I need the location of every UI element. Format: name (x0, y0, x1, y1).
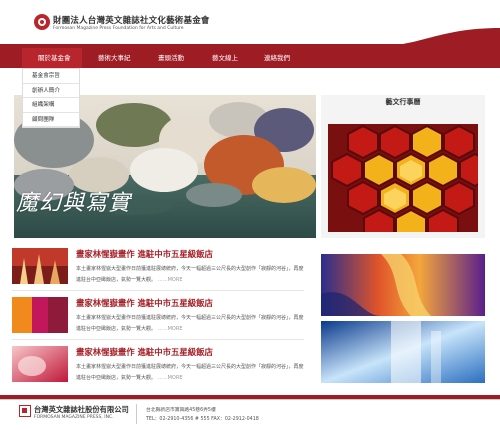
news-title[interactable]: 畫家林惺嶽畫作 進駐中市五星級飯店 (76, 248, 213, 260)
footer-address: 台北縣新店市寶興路45巷6弄5樓 (146, 408, 216, 413)
news-more-link[interactable]: ……MORE (158, 326, 183, 332)
news-item[interactable]: 畫家林惺嶽畫作 進駐中市五星級飯店 本土畫家林惺嶽大型畫作日前獲進駐展總統府，今… (12, 248, 304, 293)
nav-item-arts-online[interactable]: 藝文線上 (212, 52, 238, 62)
news-more-link[interactable]: ……MORE (158, 375, 183, 381)
news-summary: 本土畫家林惺嶽大型畫作日前獲進駐展總統府，今天一幅超過三公尺長的大型創作「寂靜的… (76, 364, 304, 381)
calendar-hexagon-image[interactable] (328, 124, 478, 232)
news-title[interactable]: 畫家林惺嶽畫作 進駐中市五星級飯店 (76, 346, 213, 358)
dropdown-item-founder[interactable]: 創辦人簡介 (23, 84, 79, 98)
news-divider (12, 339, 304, 340)
foundation-logo-icon[interactable] (34, 14, 50, 30)
nav-item-activities[interactable]: 畫頭活動 (158, 52, 184, 62)
dropdown-item-advisors[interactable]: 顧問團隊 (23, 113, 79, 127)
nav-item-art-events[interactable]: 藝術大事紀 (98, 52, 131, 62)
about-dropdown-menu: 基金會宗旨 創辦人簡介 組織架構 顧問團隊 (22, 68, 80, 128)
org-name-en: Formosan Magazine Press Foundation for A… (53, 26, 184, 31)
news-thumbnail-image[interactable] (12, 297, 68, 333)
footer-divider-line (0, 399, 500, 400)
footer-vertical-divider (136, 404, 137, 424)
news-thumbnail-image[interactable] (12, 346, 68, 382)
news-item[interactable]: 畫家林惺嶽畫作 進駐中市五星級飯店 本土畫家林惺嶽大型畫作日前獲進駐展總統府，今… (12, 346, 304, 391)
news-title[interactable]: 畫家林惺嶽畫作 進駐中市五星級飯店 (76, 297, 213, 309)
company-name-zh: 台灣英文雜誌社股份有限公司 (34, 405, 129, 414)
hero-title: 魔幻與寫實 (16, 191, 132, 216)
news-item[interactable]: 畫家林惺嶽畫作 進駐中市五星級飯店 本土畫家林惺嶽大型畫作日前獲進駐展總統府，今… (12, 297, 304, 342)
company-logo-icon (19, 405, 31, 417)
dropdown-item-mission[interactable]: 基金會宗旨 (23, 69, 79, 84)
dropdown-item-organization[interactable]: 組織架構 (23, 98, 79, 113)
news-summary: 本土畫家林惺嶽大型畫作日前獲進駐展總統府，今天一幅超過三公尺長的大型創作「寂靜的… (76, 266, 304, 283)
news-summary: 本土畫家林惺嶽大型畫作日前獲進駐展總統府，今天一幅超過三公尺長的大型創作「寂靜的… (76, 315, 304, 332)
nav-item-about[interactable]: 關於基金會 (38, 52, 71, 62)
nav-decorative-curve (380, 28, 500, 46)
abstract-art-image[interactable] (321, 254, 485, 316)
company-name-en: FORMOSAN MAGAZINE PRESS, INC. (34, 415, 114, 420)
news-divider (12, 290, 304, 291)
calendar-panel-title: 藝文行事曆 (385, 98, 421, 106)
footer-contact: TEL：02-2910-4356 # 555 FAX：02-2912-0418 (146, 417, 259, 422)
news-more-link[interactable]: ……MORE (158, 277, 183, 283)
news-thumbnail-image[interactable] (12, 248, 68, 284)
blue-light-art-image[interactable] (321, 321, 485, 383)
org-name-zh[interactable]: 財團法人台灣英文雜誌社文化藝術基金會 (53, 14, 210, 26)
nav-item-contact[interactable]: 連絡我們 (264, 52, 290, 62)
